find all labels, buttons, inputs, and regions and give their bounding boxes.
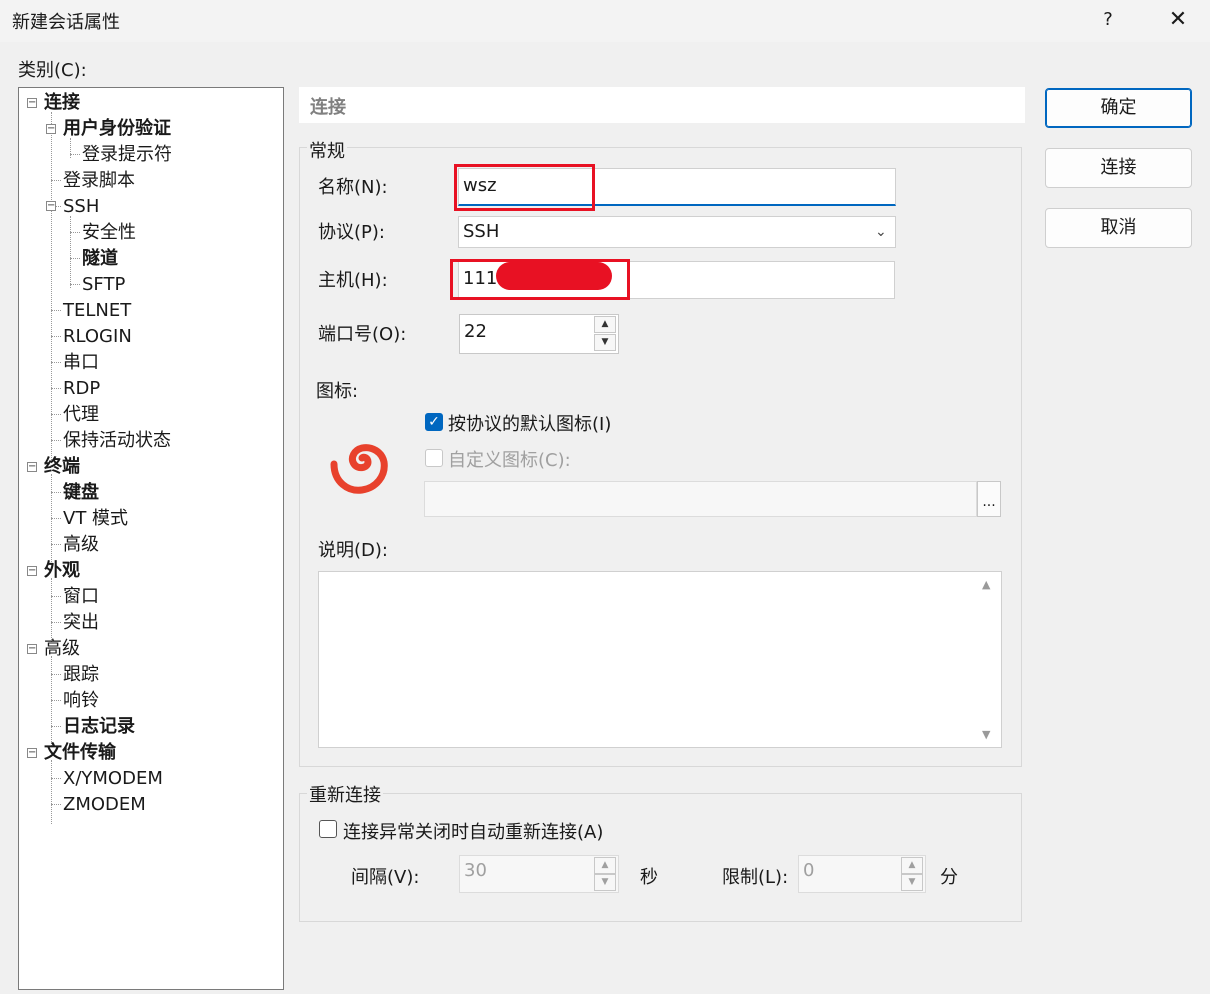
tree-item-advanced[interactable]: 高级 xyxy=(44,636,80,662)
description-label: 说明(D): xyxy=(318,540,388,561)
custom-icon-label: 自定义图标(C): xyxy=(448,450,571,471)
scroll-down-icon[interactable]: ▼ xyxy=(982,728,990,741)
port-value: 22 xyxy=(464,321,487,342)
tree-item-tunneling[interactable]: 隧道 xyxy=(82,246,118,272)
interval-up-icon[interactable]: ▲ xyxy=(594,857,616,874)
close-button[interactable]: ✕ xyxy=(1160,4,1196,36)
cancel-button[interactable]: 取消 xyxy=(1045,208,1192,248)
reconnect-group-title: 重新连接 xyxy=(307,781,383,807)
expander-icon[interactable]: − xyxy=(27,566,37,576)
icon-label: 图标: xyxy=(316,381,359,402)
tree-item-vt-modes[interactable]: VT 模式 xyxy=(63,506,128,532)
protocol-label: 协议(P): xyxy=(318,222,385,243)
expander-icon[interactable]: − xyxy=(27,98,37,108)
expander-icon[interactable]: − xyxy=(27,644,37,654)
expander-icon[interactable]: − xyxy=(27,462,37,472)
tree-item-bell[interactable]: 响铃 xyxy=(63,688,99,714)
tree-item-zmodem[interactable]: ZMODEM xyxy=(63,792,146,818)
auto-reconnect-label: 连接异常关闭时自动重新连接(A) xyxy=(343,822,604,843)
tree-item-rdp[interactable]: RDP xyxy=(63,376,100,402)
scroll-up-icon[interactable]: ▲ xyxy=(982,578,990,591)
panel-header-bar xyxy=(299,87,1025,123)
protocol-value: SSH xyxy=(463,221,500,242)
window-title: 新建会话属性 xyxy=(12,12,120,33)
panel-header: 连接 xyxy=(310,97,346,118)
browse-button[interactable]: ... xyxy=(977,481,1001,517)
tree-item-keyboard[interactable]: 键盘 xyxy=(63,480,99,506)
name-label: 名称(N): xyxy=(318,177,388,198)
tree-item-file-transfer[interactable]: 文件传输 xyxy=(44,740,116,766)
tree-item-authentication[interactable]: 用户身份验证 xyxy=(63,116,171,142)
general-group-title: 常规 xyxy=(307,137,347,163)
help-button[interactable]: ? xyxy=(1093,5,1123,35)
port-up-icon[interactable]: ▲ xyxy=(594,316,616,333)
category-tree[interactable]: − − − − − − − 连接 用户身份验证 登录提示符 登录脚本 SSH 安… xyxy=(18,87,284,990)
default-icon-label: 按协议的默认图标(I) xyxy=(448,414,612,435)
chevron-down-icon: ⌄ xyxy=(875,224,887,240)
tree-item-appearance[interactable]: 外观 xyxy=(44,558,80,584)
tree-item-serial[interactable]: 串口 xyxy=(63,350,99,376)
tree-item-logging[interactable]: 日志记录 xyxy=(63,714,135,740)
interval-down-icon[interactable]: ▼ xyxy=(594,874,616,891)
port-down-icon[interactable]: ▼ xyxy=(594,334,616,351)
custom-icon-path[interactable] xyxy=(424,481,977,517)
tree-item-highlight[interactable]: 突出 xyxy=(63,610,99,636)
expander-icon[interactable]: − xyxy=(46,201,56,211)
tree-item-security[interactable]: 安全性 xyxy=(82,220,136,246)
tree-item-trace[interactable]: 跟踪 xyxy=(63,662,99,688)
expander-icon[interactable]: − xyxy=(27,748,37,758)
tree-item-keep-alive[interactable]: 保持活动状态 xyxy=(63,428,171,454)
limit-value: 0 xyxy=(803,860,815,881)
tree-item-login-prompts[interactable]: 登录提示符 xyxy=(82,142,172,168)
tree-item-sftp[interactable]: SFTP xyxy=(82,272,125,298)
title-bar xyxy=(0,0,1210,42)
interval-value: 30 xyxy=(464,860,487,881)
tree-item-telnet[interactable]: TELNET xyxy=(63,298,131,324)
limit-label: 限制(L): xyxy=(722,867,789,888)
connect-button[interactable]: 连接 xyxy=(1045,148,1192,188)
tree-item-terminal[interactable]: 终端 xyxy=(44,454,80,480)
tree-item-proxy[interactable]: 代理 xyxy=(63,402,99,428)
custom-icon-checkbox[interactable] xyxy=(425,449,443,467)
session-logo-icon xyxy=(330,444,388,494)
ok-button[interactable]: 确定 xyxy=(1045,88,1192,128)
annotation-box xyxy=(450,259,630,300)
interval-unit: 秒 xyxy=(640,867,658,888)
port-label: 端口号(O): xyxy=(318,324,407,345)
interval-label: 间隔(V): xyxy=(351,867,420,888)
tree-item-login-scripts[interactable]: 登录脚本 xyxy=(63,168,135,194)
tree-item-terminal-advanced[interactable]: 高级 xyxy=(63,532,99,558)
limit-unit: 分 xyxy=(940,867,958,888)
category-label: 类别(C): xyxy=(18,60,87,81)
tree-item-xymodem[interactable]: X/YMODEM xyxy=(63,766,163,792)
tree-item-rlogin[interactable]: RLOGIN xyxy=(63,324,132,350)
annotation-box xyxy=(454,164,595,211)
tree-item-ssh[interactable]: SSH xyxy=(63,194,99,220)
tree-item-connection[interactable]: 连接 xyxy=(44,90,80,116)
default-icon-checkbox[interactable]: ✓ xyxy=(425,413,443,431)
limit-down-icon[interactable]: ▼ xyxy=(901,874,923,891)
auto-reconnect-checkbox[interactable] xyxy=(319,820,337,838)
tree-item-window[interactable]: 窗口 xyxy=(63,584,99,610)
protocol-select[interactable]: SSH ⌄ xyxy=(458,216,896,248)
limit-up-icon[interactable]: ▲ xyxy=(901,857,923,874)
host-label: 主机(H): xyxy=(318,270,388,291)
description-textarea[interactable] xyxy=(318,571,1002,748)
expander-icon[interactable]: − xyxy=(46,124,56,134)
description-scrollbar[interactable] xyxy=(976,572,1001,747)
